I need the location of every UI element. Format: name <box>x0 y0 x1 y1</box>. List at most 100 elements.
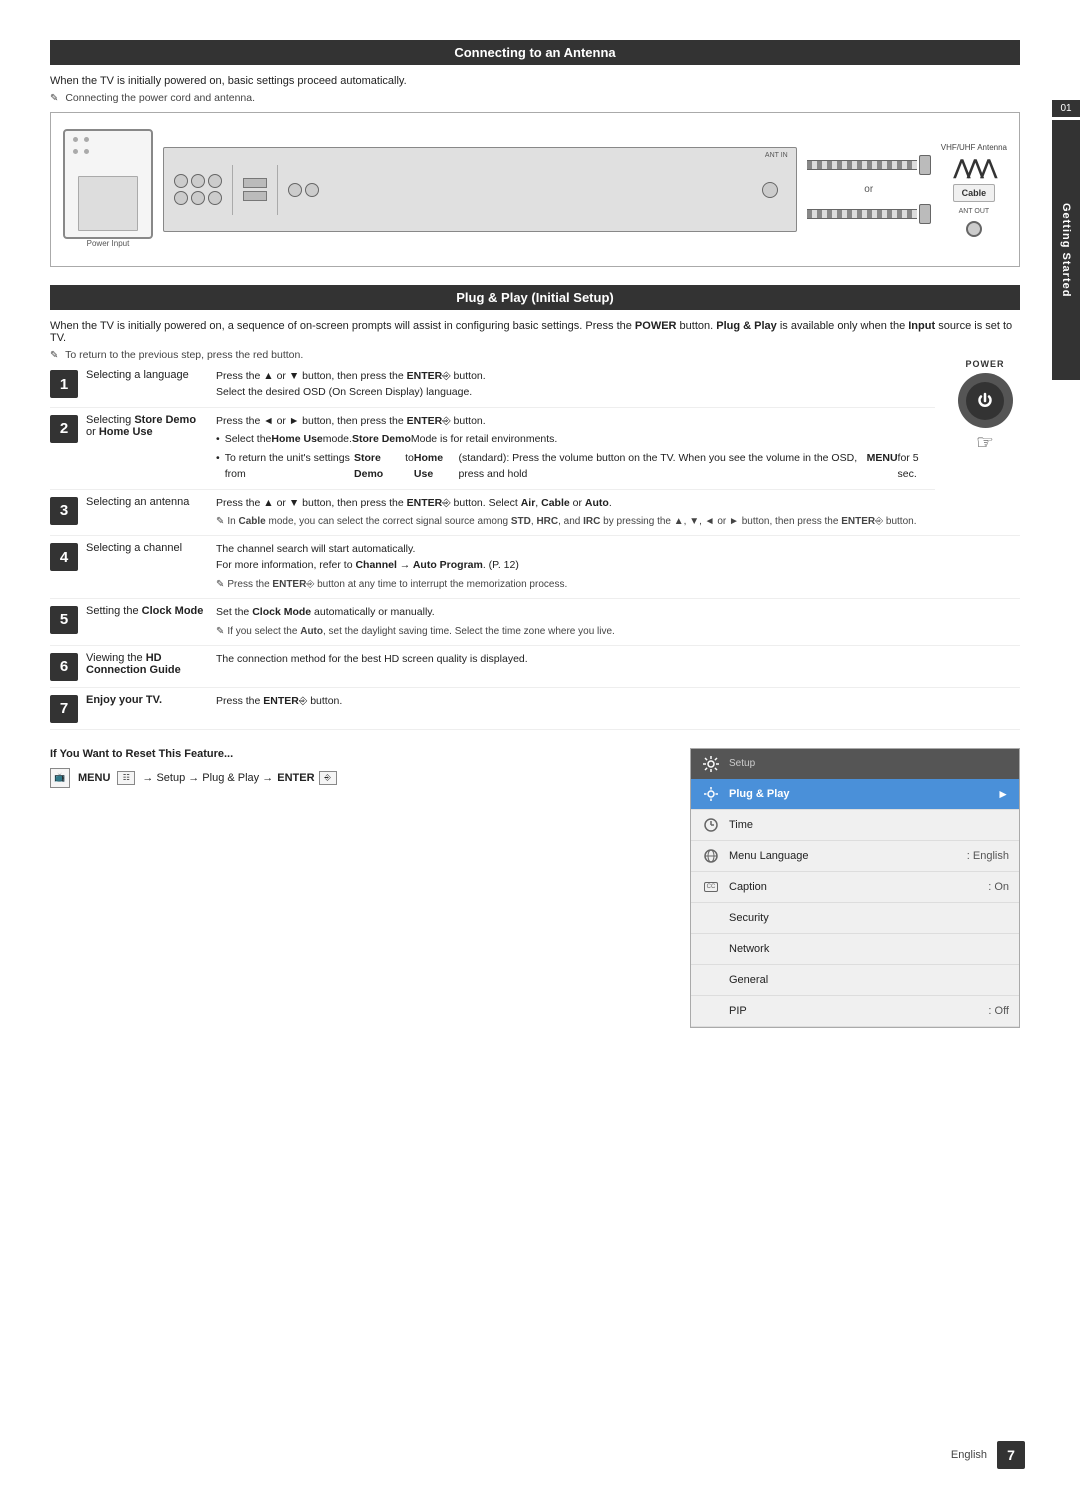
power-symbol-icon <box>975 391 995 411</box>
step-3-content: Press the ▲ or ▼ button, then press the … <box>216 496 1020 530</box>
osd-setup-label: Setup <box>729 758 1009 769</box>
step-2-number: 2 <box>50 415 78 443</box>
osd-security-icon <box>701 908 721 928</box>
enter-button-label: ENTER <box>277 772 314 784</box>
step-3-number: 3 <box>50 497 78 525</box>
cable-box: Cable <box>953 184 996 202</box>
step-6-label: Viewing the HD Connection Guide <box>86 652 216 676</box>
power-button-inner <box>966 382 1004 420</box>
antenna-diagram: Power Input <box>50 112 1020 267</box>
ant-in-label: ANT IN <box>765 152 788 159</box>
power-input-label: Power Input <box>87 239 130 248</box>
antenna-section-header: Connecting to an Antenna <box>50 40 1020 65</box>
osd-row-plug-play: Plug & Play ► <box>691 779 1019 810</box>
step-7-content: Press the ENTER⎆ button. <box>216 694 1020 710</box>
page-number: 7 <box>997 1441 1025 1469</box>
osd-general-icon <box>701 970 721 990</box>
globe-icon <box>703 848 719 864</box>
plug-play-section: Plug & Play (Initial Setup) When the TV … <box>50 285 1020 730</box>
osd-header: Setup <box>691 749 1019 779</box>
antenna-zigzag: ⋀⋀⋀ <box>954 158 994 178</box>
cable-label: Cable <box>962 188 987 198</box>
step-1-label: Selecting a language <box>86 369 216 381</box>
main-content: Connecting to an Antenna When the TV is … <box>0 0 1080 1494</box>
plug-play-header: Plug & Play (Initial Setup) <box>50 285 1020 310</box>
osd-row-network: Network <box>691 934 1019 965</box>
step-4-note: Press the ENTER⎆ button at any time to i… <box>216 577 1020 592</box>
step-1-row: 1 Selecting a language Press the ▲ or ▼ … <box>50 369 935 408</box>
osd-menu-language-value: : English <box>967 850 1009 862</box>
osd-row-security: Security <box>691 903 1019 934</box>
osd-caption-label: Caption <box>729 881 988 893</box>
menu-remote-icon: 📺 <box>50 768 70 788</box>
osd-time-icon <box>701 815 721 835</box>
osd-row-menu-language: Menu Language : English <box>691 841 1019 872</box>
step-5-note: If you select the Auto, set the daylight… <box>216 624 1020 639</box>
step-2-row: 2 Selecting Store Demoor Home Use Press … <box>50 414 935 490</box>
chapter-tab: Getting Started <box>1052 120 1080 380</box>
step-1-number: 1 <box>50 370 78 398</box>
arrow-setup: → Setup → Plug & Play → <box>142 772 273 784</box>
plug-play-intro: When the TV is initially powered on, a s… <box>50 320 1020 344</box>
step-2-label: Selecting Store Demoor Home Use <box>86 414 216 438</box>
osd-pip-value: : Off <box>988 1005 1009 1017</box>
vhf-uhf-label: VHF/UHF Antenna <box>941 143 1007 152</box>
osd-plug-play-icon <box>701 784 721 804</box>
antenna-intro: When the TV is initially powered on, bas… <box>50 75 1020 87</box>
osd-screenshot: Setup <box>690 748 1020 1028</box>
step-4-number: 4 <box>50 543 78 571</box>
osd-caption-icon: CC <box>701 877 721 897</box>
page-footer: English 7 <box>951 1441 1025 1469</box>
antenna-title: Connecting to an Antenna <box>454 45 615 60</box>
osd-pip-icon <box>701 1001 721 1021</box>
osd-network-label: Network <box>729 943 1009 955</box>
setup-icon <box>702 755 720 773</box>
step-3-note: In Cable mode, you can select the correc… <box>216 514 1020 529</box>
osd-general-label: General <box>729 974 1009 986</box>
osd-plug-play-arrow: ► <box>997 787 1009 801</box>
osd-plug-play-label: Plug & Play <box>729 788 997 800</box>
step-1-content: Press the ▲ or ▼ button, then press the … <box>216 369 935 401</box>
chapter-number: 01 <box>1052 100 1080 117</box>
power-label: POWER <box>950 359 1020 369</box>
reset-section: Setup <box>50 748 1020 1028</box>
osd-caption-value: : On <box>988 881 1009 893</box>
antenna-note: Connecting the power cord and antenna. <box>50 92 1020 104</box>
step-7-number: 7 <box>50 695 78 723</box>
step-3-label: Selecting an antenna <box>86 496 216 508</box>
step-4-content: The channel search will start automatica… <box>216 542 1020 592</box>
ant-out-port <box>966 221 982 237</box>
menu-button-label: MENU <box>78 772 110 784</box>
plug-play-note: To return to the previous step, press th… <box>50 349 1020 361</box>
osd-header-icon <box>701 754 721 774</box>
step-5-number: 5 <box>50 606 78 634</box>
step-7-label: Enjoy your TV. <box>86 694 216 706</box>
osd-security-label: Security <box>729 912 1009 924</box>
gear-icon <box>703 786 719 802</box>
step-4-label: Selecting a channel <box>86 542 216 554</box>
step-5-label: Setting the Clock Mode <box>86 605 216 617</box>
page-wrapper: Getting Started 01 Connecting to an Ante… <box>0 0 1080 1494</box>
step-6-row: 6 Viewing the HD Connection Guide The co… <box>50 652 1020 688</box>
step-4-row: 4 Selecting a channel The channel search… <box>50 542 1020 599</box>
antenna-section: Connecting to an Antenna When the TV is … <box>50 40 1020 267</box>
step-7-row: 7 Enjoy your TV. Press the ENTER⎆ button… <box>50 694 1020 730</box>
osd-time-label: Time <box>729 819 1009 831</box>
step-6-number: 6 <box>50 653 78 681</box>
footer-language: English <box>951 1449 987 1461</box>
osd-pip-label: PIP <box>729 1005 988 1017</box>
step-6-content: The connection method for the best HD sc… <box>216 652 1020 668</box>
plug-play-title: Plug & Play (Initial Setup) <box>456 290 613 305</box>
osd-row-caption: CC Caption : On <box>691 872 1019 903</box>
osd-menu-lang-icon <box>701 846 721 866</box>
step-5-row: 5 Setting the Clock Mode Set the Clock M… <box>50 605 1020 646</box>
ant-out-label: ANT OUT <box>959 208 990 215</box>
osd-row-general: General <box>691 965 1019 996</box>
step-5-content: Set the Clock Mode automatically or manu… <box>216 605 1020 639</box>
hand-pointing-icon: ☞ <box>950 430 1020 455</box>
or-label: or <box>864 184 873 195</box>
chapter-tab-label: Getting Started <box>1060 203 1072 297</box>
power-button-circle <box>958 373 1013 428</box>
power-illustration: POWER ☞ <box>950 359 1020 455</box>
clock-icon <box>703 817 719 833</box>
